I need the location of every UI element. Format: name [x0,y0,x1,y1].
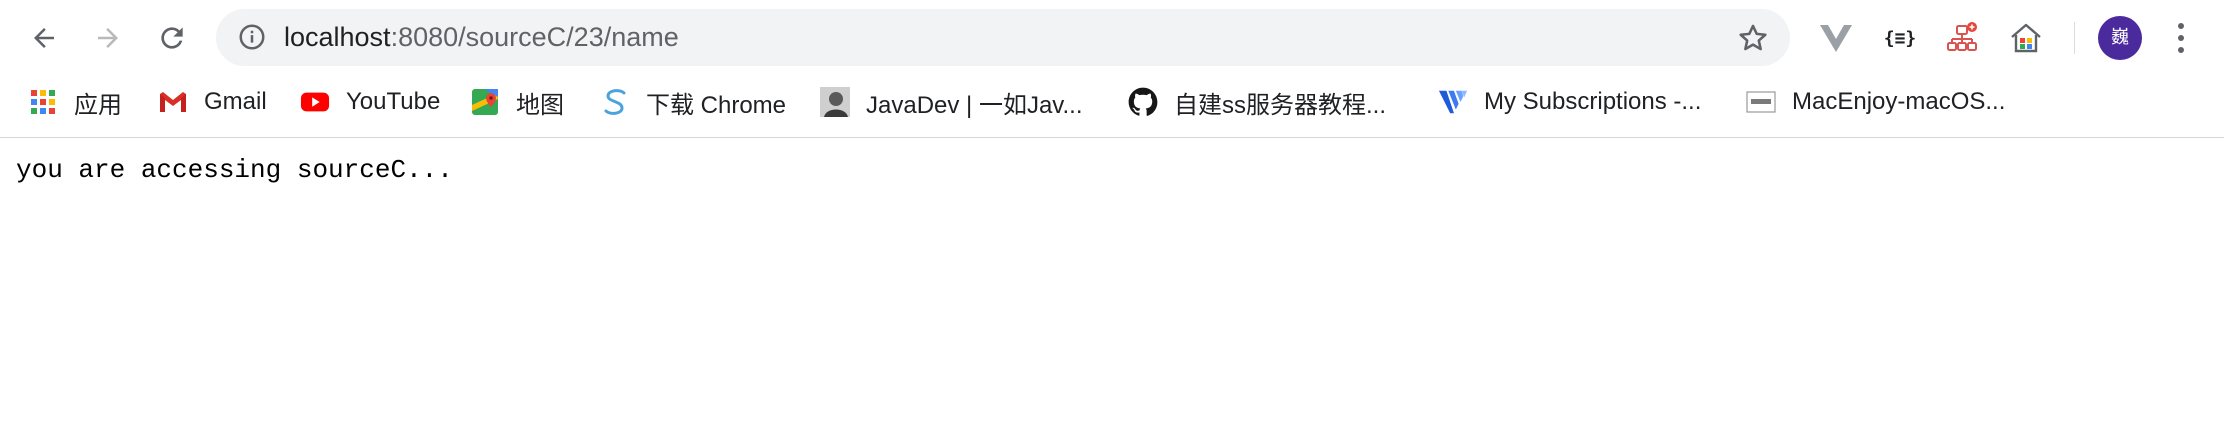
bookmark-label: YouTube [346,88,441,115]
bookmark-label: Gmail [204,88,267,115]
forward-button[interactable] [82,12,134,64]
reload-icon [161,27,183,49]
url-host: localhost [284,22,391,52]
bookmark-apps[interactable]: 应用 [28,78,122,126]
macenjoy-icon [1746,87,1776,117]
bookmark-maps[interactable]: 地图 [470,78,564,126]
bookmark-label: 下载 Chrome [646,91,787,119]
bookmark-ss-tutorial[interactable]: 自建ss服务器教程... [1128,78,1386,126]
braces-icon: {≡} [1883,27,1917,49]
sitemap-extension[interactable] [1942,18,1982,58]
bookmark-my-subscriptions[interactable]: My Subscriptions -... [1438,78,1701,126]
json-formatter-extension[interactable]: {≡} [1880,18,1920,58]
arrow-right-icon [98,28,118,48]
browser-chrome: localhost:8080/sourceC/23/name {≡} 巍 应用 … [0,0,2224,138]
page-body-text: you are accessing sourceC... [16,155,453,185]
browser-toolbar: localhost:8080/sourceC/23/name {≡} 巍 [0,0,2224,76]
javadev-avatar-icon [820,87,850,117]
bookmark-label: 地图 [516,91,564,119]
address-bar[interactable]: localhost:8080/sourceC/23/name [216,9,1790,66]
youtube-icon [300,87,330,117]
sitemap-icon [1947,22,1977,51]
chrome-download-icon [600,87,630,117]
bookmark-label: My Subscriptions -... [1484,88,1702,115]
gmail-icon [158,87,188,117]
star-icon[interactable] [1736,21,1770,55]
bookmark-javadev[interactable]: JavaDev | 一如Jav... [820,78,1083,126]
back-button[interactable] [18,12,70,64]
home-extension[interactable] [2006,18,2046,58]
bookmark-macenjoy[interactable]: MacEnjoy-macOS... [1746,78,2005,126]
bookmarks-bar: 应用 Gmail YouTube 地图 下载 Chrome JavaDev | … [0,78,2224,126]
bookmark-label: JavaDev | 一如Jav... [866,91,1083,119]
url-path: :8080/sourceC/23/name [390,22,679,52]
bookmark-label: 应用 [74,91,122,119]
url-text[interactable]: localhost:8080/sourceC/23/name [284,9,679,66]
bookmark-chrome-download[interactable]: 下载 Chrome [600,78,786,126]
apps-grid-icon [28,87,58,117]
bookmark-gmail[interactable]: Gmail [158,78,267,126]
github-icon [1128,87,1158,117]
vue-devtools-extension[interactable] [1816,18,1856,58]
maps-icon [470,87,500,117]
reload-button[interactable] [146,12,198,64]
bookmark-youtube[interactable]: YouTube [300,78,440,126]
kebab-menu-icon[interactable] [2166,16,2196,60]
toolbar-divider [2074,22,2075,54]
profile-avatar[interactable]: 巍 [2098,16,2142,60]
arrow-left-icon [34,28,54,48]
bookmark-label: MacEnjoy-macOS... [1792,88,2006,115]
v-icon [1820,25,1852,52]
bookmark-label: 自建ss服务器教程... [1174,91,1387,119]
info-icon[interactable] [236,21,268,53]
vultr-icon [1438,87,1468,117]
home-icon [2011,23,2041,53]
